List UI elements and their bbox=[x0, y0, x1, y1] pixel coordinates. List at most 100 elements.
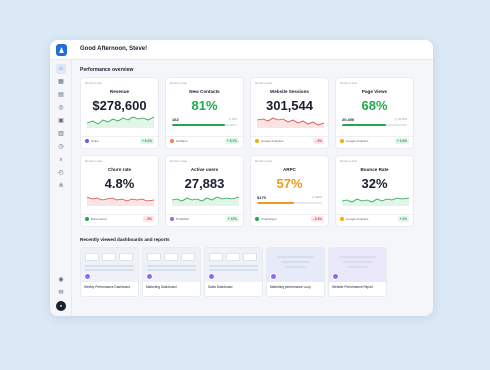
preview-block bbox=[243, 253, 257, 261]
home-icon[interactable]: ⌂ bbox=[56, 64, 66, 74]
google-analytics-icon bbox=[340, 139, 344, 143]
recent-item-marketing-performance-loop[interactable]: Marketing performance Loop bbox=[266, 247, 325, 297]
sparkline-red bbox=[86, 196, 155, 206]
card-source: Google Analytics bbox=[340, 217, 368, 221]
search-icon[interactable]: ⌕ bbox=[56, 155, 66, 165]
card-divider bbox=[251, 214, 328, 215]
change-badge: - 3.4% bbox=[310, 216, 324, 222]
card-source: Google Analytics bbox=[340, 139, 368, 143]
source-label: ProfitWell bbox=[176, 217, 189, 221]
preview-row bbox=[281, 261, 310, 263]
metric-card-arpc[interactable]: Month to date ARPC 57% $170 ◎ $300 Chart… bbox=[250, 155, 329, 227]
metric-card-new-contacts[interactable]: Month to date New Contacts 81% 162 ◎ 200… bbox=[165, 77, 244, 149]
card-divider bbox=[166, 214, 243, 215]
goals-icon[interactable]: ◎ bbox=[56, 103, 66, 113]
preview-row bbox=[339, 256, 376, 258]
card-divider bbox=[336, 214, 413, 215]
stripe-icon bbox=[85, 139, 89, 143]
card-divider bbox=[81, 136, 158, 137]
card-target: ◎ 200 bbox=[228, 117, 237, 121]
clock-icon[interactable]: ◴ bbox=[56, 168, 66, 178]
metric-card-revenue[interactable]: Month to date Revenue $278,600 Stripe + … bbox=[80, 77, 159, 149]
metric-card-bounce-rate[interactable]: Month to date Bounce Rate 32% Google Ana… bbox=[335, 155, 414, 227]
card-value: 301,544 bbox=[266, 98, 313, 113]
card-period: Month to date bbox=[85, 81, 103, 85]
preview-row bbox=[285, 266, 306, 268]
recent-item-website-performance-report[interactable]: Website Performance Report bbox=[328, 247, 387, 297]
progress-fill bbox=[172, 124, 225, 126]
card-title: Page Views bbox=[361, 89, 388, 94]
google-analytics-icon bbox=[255, 139, 259, 143]
target-value: $300 bbox=[315, 195, 322, 199]
help-icon[interactable]: ◉ bbox=[56, 275, 66, 285]
card-source: HubSpot bbox=[170, 139, 188, 143]
preview-row bbox=[277, 256, 314, 258]
preview-row bbox=[347, 266, 368, 268]
reports-icon[interactable]: ▥ bbox=[56, 129, 66, 139]
calendar-icon[interactable]: ▣ bbox=[56, 116, 66, 126]
preview-block bbox=[119, 253, 133, 261]
recent-item-label: Weekly Performance Dashboard bbox=[84, 285, 131, 289]
source-label: Stripe bbox=[91, 139, 99, 143]
dashboard-badge-icon bbox=[146, 273, 153, 280]
chart-icon[interactable]: ▤ bbox=[56, 90, 66, 100]
preview-block bbox=[226, 253, 240, 261]
card-period: Month to date bbox=[85, 159, 103, 163]
card-title: Revenue bbox=[109, 89, 130, 94]
avatar[interactable]: ● bbox=[56, 301, 66, 311]
dashboard-icon[interactable]: ▦ bbox=[56, 77, 66, 87]
mail-icon[interactable]: ✉ bbox=[56, 288, 66, 298]
hubspot-icon bbox=[170, 139, 174, 143]
dashboard-badge-icon bbox=[332, 273, 339, 280]
card-current: 20,400 bbox=[342, 117, 355, 122]
source-label: HubSpot bbox=[176, 139, 188, 143]
preview-block bbox=[181, 253, 195, 261]
card-source: Baremetrics bbox=[85, 217, 107, 221]
preview-block bbox=[147, 253, 161, 261]
change-badge: + 3.4% bbox=[394, 138, 409, 144]
preview-row bbox=[147, 269, 196, 271]
change-badge: + 12% bbox=[225, 216, 239, 222]
recent-item-marketing-dashboard[interactable]: Marketing Dashboard bbox=[142, 247, 201, 297]
card-title: Website Sessions bbox=[270, 89, 309, 94]
progress-fill bbox=[257, 202, 295, 204]
card-title: Bounce Rate bbox=[360, 167, 389, 172]
card-period: Month to date bbox=[255, 81, 273, 85]
dashboard-badge-icon bbox=[270, 273, 277, 280]
source-label: Baremetrics bbox=[91, 217, 108, 221]
card-value: 32% bbox=[361, 176, 388, 191]
progress-bar bbox=[342, 124, 407, 126]
card-source: ChartMogul bbox=[255, 217, 277, 221]
alerts-icon[interactable]: ◷ bbox=[56, 142, 66, 152]
card-value: 81% bbox=[191, 98, 218, 113]
recent-item-label: Marketing Dashboard bbox=[146, 285, 177, 289]
card-value: $278,600 bbox=[92, 98, 147, 113]
preview-block bbox=[85, 253, 99, 261]
metric-card-website-sessions[interactable]: Month to date Website Sessions 301,544 G… bbox=[250, 77, 329, 149]
progress-fill bbox=[342, 124, 387, 126]
card-source: ProfitWell bbox=[170, 217, 189, 221]
sidebar: ⌂ ▦ ▤ ◎ ▣ ▥ ◷ ⌕ ◴ ⋔ ◉ ✉ ● bbox=[50, 60, 72, 316]
preview-block bbox=[209, 253, 223, 261]
card-value: 57% bbox=[276, 176, 303, 191]
recent-item-label: Website Performance Report bbox=[332, 285, 374, 289]
metric-card-page-views[interactable]: Month to date Page Views 68% 20,400 ◎ 30… bbox=[335, 77, 414, 149]
metric-card-active-users[interactable]: Month to date Active users 27,883 Profit… bbox=[165, 155, 244, 227]
card-source: Google Analytics bbox=[255, 139, 283, 143]
source-label: Google Analytics bbox=[261, 139, 284, 143]
card-title: ARPC bbox=[282, 167, 297, 172]
dashboard-badge-icon bbox=[208, 273, 215, 280]
section-title: Performance overview bbox=[80, 67, 134, 73]
card-divider bbox=[81, 214, 158, 215]
metric-card-churn-rate[interactable]: Month to date Churn rate 4.8% Baremetric… bbox=[80, 155, 159, 227]
integrations-icon[interactable]: ⋔ bbox=[56, 181, 66, 191]
change-badge: + 2% bbox=[397, 216, 409, 222]
recent-item-weekly-performance[interactable]: Weekly Performance Dashboard bbox=[80, 247, 139, 297]
baremetrics-icon bbox=[85, 217, 89, 221]
preview-row bbox=[209, 265, 258, 267]
chartmogul-icon bbox=[255, 217, 259, 221]
target-value: 30,000 bbox=[397, 117, 407, 121]
recent-item-sales-dashboard[interactable]: Sales Dashboard bbox=[204, 247, 263, 297]
preview-row bbox=[85, 265, 134, 267]
app-logo[interactable] bbox=[56, 44, 67, 56]
